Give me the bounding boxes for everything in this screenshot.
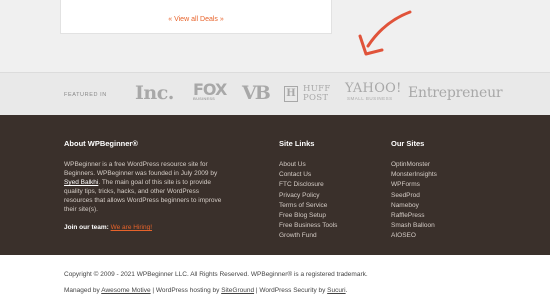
content-area: « View all Deals » [0, 0, 550, 72]
hiring-link[interactable]: We are Hiring! [111, 224, 152, 231]
our-site-wpforms[interactable]: WPForms [391, 180, 437, 190]
our-site-smash-balloon[interactable]: Smash Balloon [391, 221, 437, 231]
site-link-about-us[interactable]: About Us [279, 160, 337, 170]
about-title: About WPBeginner® [64, 139, 138, 148]
fox-business-logo-subtitle: BUSINESS [193, 96, 216, 101]
our-site-nameboy[interactable]: Nameboy [391, 201, 437, 211]
fox-business-logo[interactable]: FOX [193, 82, 227, 98]
entrepreneur-logo[interactable]: Entrepreneur [408, 85, 503, 101]
huffpost-wordmark: HUFF POST [303, 84, 331, 103]
our-site-monsterinsights[interactable]: MonsterInsights [391, 170, 437, 180]
site-links-section: Site Links About Us Contact Us FTC Discl… [279, 139, 337, 242]
hand-drawn-arrow-icon [358, 10, 412, 56]
yahoo-subtitle: SMALL BUSINESS [347, 96, 393, 101]
inc-logo[interactable]: Inc. [135, 82, 174, 104]
site-link-free-blog-setup[interactable]: Free Blog Setup [279, 211, 337, 221]
site-link-free-business-tools[interactable]: Free Business Tools [279, 221, 337, 231]
venturebeat-logo[interactable]: VB [242, 82, 271, 104]
our-site-optinmonster[interactable]: OptinMonster [391, 160, 437, 170]
about-text: WPBeginner is a free WordPress resource … [64, 161, 222, 213]
huffpost-mark: H [284, 86, 298, 102]
deals-card: « View all Deals » [60, 0, 332, 34]
featured-in-label: FEATURED IN [64, 92, 107, 98]
site-link-growth-fund[interactable]: Growth Fund [279, 231, 337, 241]
site-link-contact-us[interactable]: Contact Us [279, 170, 337, 180]
huffpost-logo[interactable]: H HUFF POST [284, 84, 332, 106]
join-team-line: Join our team: We are Hiring! [64, 224, 224, 231]
our-sites-list: OptinMonster MonsterInsights WPForms See… [391, 160, 437, 242]
view-all-deals-link[interactable]: « View all Deals » [61, 16, 331, 23]
copyright-bar: Copyright © 2009 - 2021 WPBeginner LLC. … [0, 255, 550, 305]
site-link-terms-of-service[interactable]: Terms of Service [279, 201, 337, 211]
site-link-privacy-policy[interactable]: Privacy Policy [279, 191, 337, 201]
yahoo-small-business-logo[interactable]: YAHOO! SMALL BUSINESS [345, 81, 402, 102]
featured-in-strip: FEATURED IN Inc. FOX BUSINESS VB H HUFF … [0, 72, 550, 115]
yahoo-wordmark: YAHOO! [345, 81, 402, 96]
awesome-motive-link[interactable]: Awesome Motive [101, 287, 150, 294]
site-links-title: Site Links [279, 139, 315, 148]
our-site-seedprod[interactable]: SeedProd [391, 191, 437, 201]
siteground-link[interactable]: SiteGround [221, 287, 254, 294]
about-section: About WPBeginner® WPBeginner is a free W… [64, 139, 224, 231]
founder-link[interactable]: Syed Balkhi [64, 179, 98, 186]
our-site-aioseo[interactable]: AIOSEO [391, 231, 437, 241]
our-sites-title: Our Sites [391, 139, 425, 148]
copyright-text: Copyright © 2009 - 2021 WPBeginner LLC. … [64, 271, 368, 278]
credits-line: Managed by Awesome Motive | WordPress ho… [64, 287, 348, 294]
sucuri-link[interactable]: Sucuri [327, 287, 345, 294]
site-links-list: About Us Contact Us FTC Disclosure Priva… [279, 160, 337, 242]
site-link-ftc-disclosure[interactable]: FTC Disclosure [279, 180, 337, 190]
join-team-label: Join our team: [64, 224, 109, 231]
our-sites-section: Our Sites OptinMonster MonsterInsights W… [391, 139, 437, 242]
our-site-rafflepress[interactable]: RafflePress [391, 211, 437, 221]
